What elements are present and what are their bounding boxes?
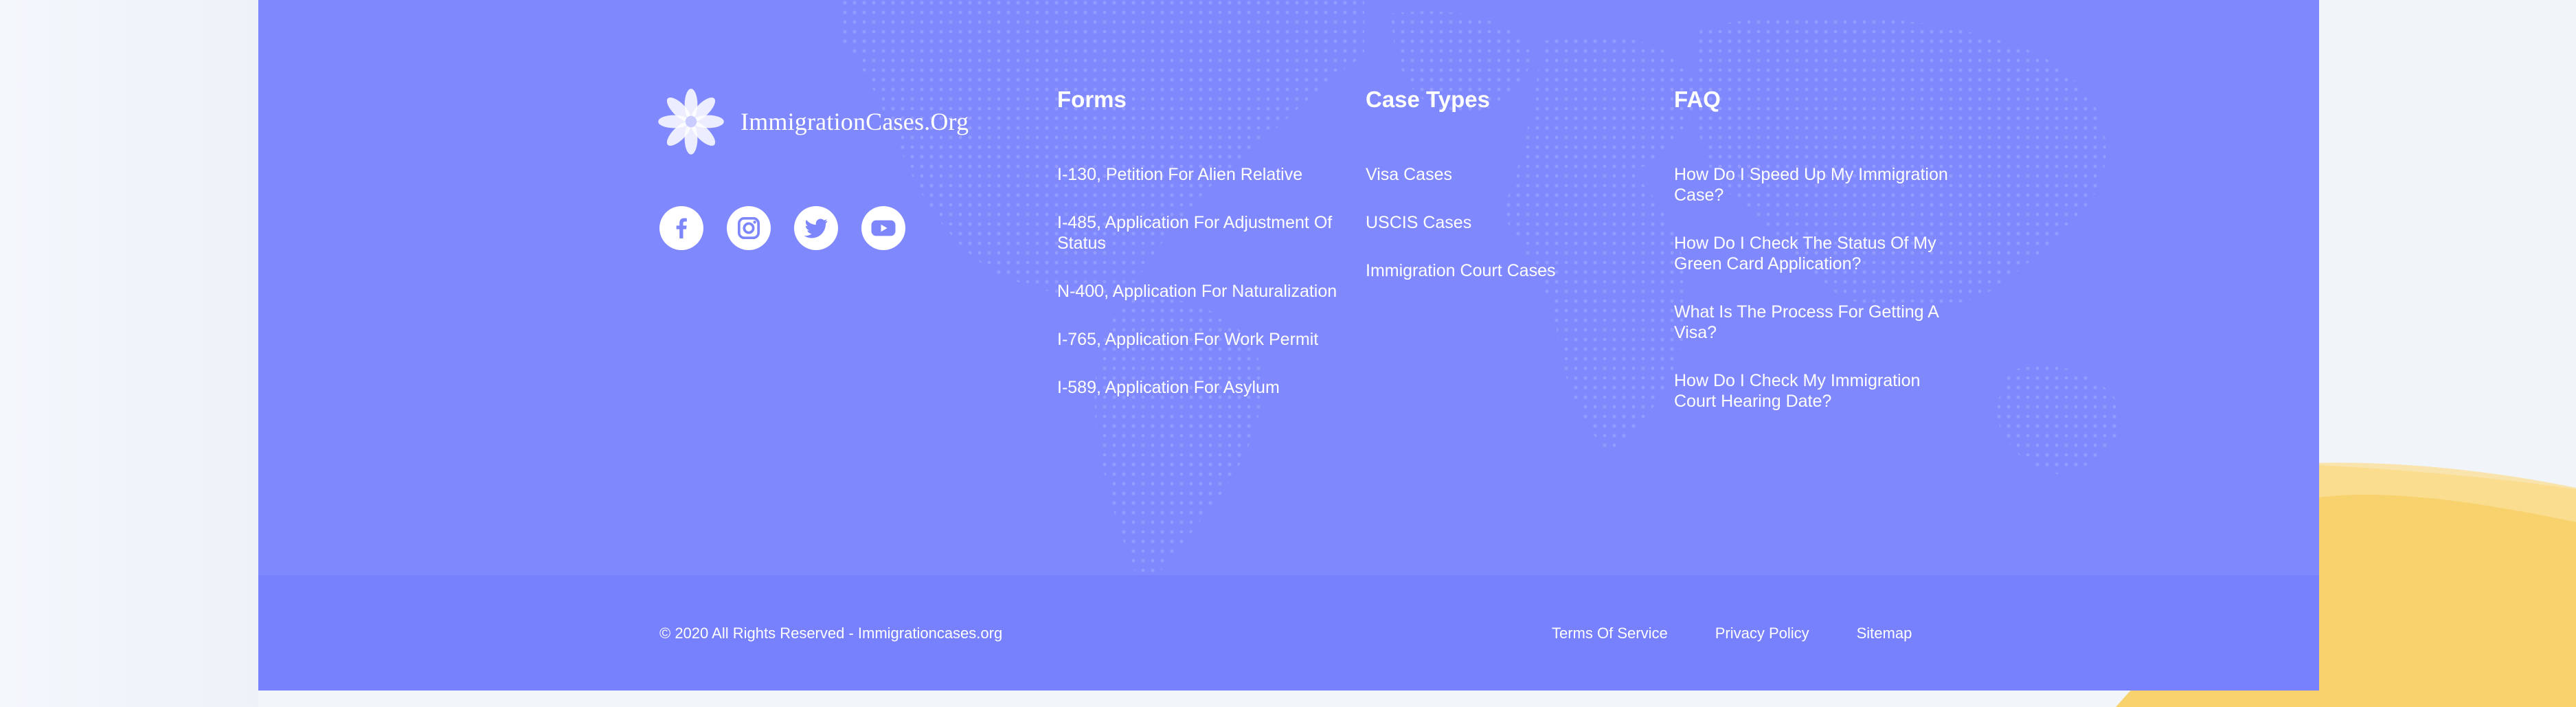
forms-link-i130[interactable]: I-130, Petition For Alien Relative: [1057, 164, 1346, 185]
case-types-heading: Case Types: [1366, 87, 1490, 112]
faq-link-speed-up[interactable]: How Do I Speed Up My Immigration Case?: [1674, 164, 1949, 205]
facebook-icon: [676, 218, 687, 238]
list-item: What Is The Process For Getting A Visa?: [1674, 302, 1949, 343]
brand-name: ImmigrationCases.Org: [741, 108, 969, 135]
footer-bottom-bar: [258, 575, 2319, 691]
forms-links: I-130, Petition For Alien Relative I-485…: [1057, 164, 1346, 398]
list-item: I-765, Application For Work Permit: [1057, 329, 1346, 350]
facebook-link[interactable]: [659, 206, 703, 250]
list-item: Immigration Court Cases: [1366, 260, 1627, 281]
forms-link-i765[interactable]: I-765, Application For Work Permit: [1057, 329, 1346, 350]
list-item: I-485, Application For Adjustment Of Sta…: [1057, 212, 1346, 254]
sitemap-link[interactable]: Sitemap: [1857, 624, 1912, 643]
forms-link-n400[interactable]: N-400, Application For Naturalization: [1057, 281, 1346, 302]
terms-link[interactable]: Terms Of Service: [1552, 624, 1668, 643]
list-item: USCIS Cases: [1366, 212, 1627, 233]
copyright-text: © 2020 All Rights Reserved - Immigration…: [659, 625, 1003, 642]
list-item: How Do I Check My Immigration Court Hear…: [1674, 370, 1949, 412]
list-item: Visa Cases: [1366, 164, 1627, 185]
legal-links: Terms Of Service Privacy Policy Sitemap: [1552, 624, 1912, 643]
list-item: N-400, Application For Naturalization: [1057, 281, 1346, 302]
faq-link-visa-process[interactable]: What Is The Process For Getting A Visa?: [1674, 302, 1949, 343]
case-link-court[interactable]: Immigration Court Cases: [1366, 260, 1627, 281]
brand[interactable]: ImmigrationCases.Org: [655, 86, 969, 157]
list-item: How Do I Check The Status Of My Green Ca…: [1674, 233, 1949, 274]
oceania-shape: [1996, 366, 2121, 474]
list-item: How Do I Speed Up My Immigration Case?: [1674, 164, 1949, 205]
flower-icon: [658, 89, 724, 155]
faq-heading: FAQ: [1674, 87, 1721, 112]
site-footer: ImmigrationCases.Org Forms I-130, Petiti…: [258, 0, 2319, 691]
youtube-icon: [871, 220, 896, 236]
case-link-uscis[interactable]: USCIS Cases: [1366, 212, 1627, 233]
case-types-column: Case Types Visa Cases USCIS Cases Immigr…: [1366, 86, 1627, 308]
forms-link-i589[interactable]: I-589, Application For Asylum: [1057, 377, 1346, 398]
social-links: [659, 206, 905, 250]
faq-link-hearing-date[interactable]: How Do I Check My Immigration Court Hear…: [1674, 370, 1949, 412]
youtube-link[interactable]: [861, 206, 905, 250]
case-link-visa[interactable]: Visa Cases: [1366, 164, 1627, 185]
faq-column: FAQ How Do I Speed Up My Immigration Cas…: [1674, 86, 1949, 439]
instagram-icon: [738, 217, 760, 239]
forms-heading: Forms: [1057, 87, 1127, 112]
forms-column: Forms I-130, Petition For Alien Relative…: [1057, 86, 1346, 425]
faq-link-green-card[interactable]: How Do I Check The Status Of My Green Ca…: [1674, 233, 1949, 274]
list-item: I-130, Petition For Alien Relative: [1057, 164, 1346, 185]
list-item: I-589, Application For Asylum: [1057, 377, 1346, 398]
case-types-links: Visa Cases USCIS Cases Immigration Court…: [1366, 164, 1627, 281]
twitter-icon: [804, 218, 828, 238]
instagram-link[interactable]: [727, 206, 771, 250]
privacy-link[interactable]: Privacy Policy: [1715, 624, 1809, 643]
forms-link-i485[interactable]: I-485, Application For Adjustment Of Sta…: [1057, 212, 1346, 254]
twitter-link[interactable]: [794, 206, 838, 250]
faq-links: How Do I Speed Up My Immigration Case? H…: [1674, 164, 1949, 412]
page-background-left: [0, 0, 258, 707]
